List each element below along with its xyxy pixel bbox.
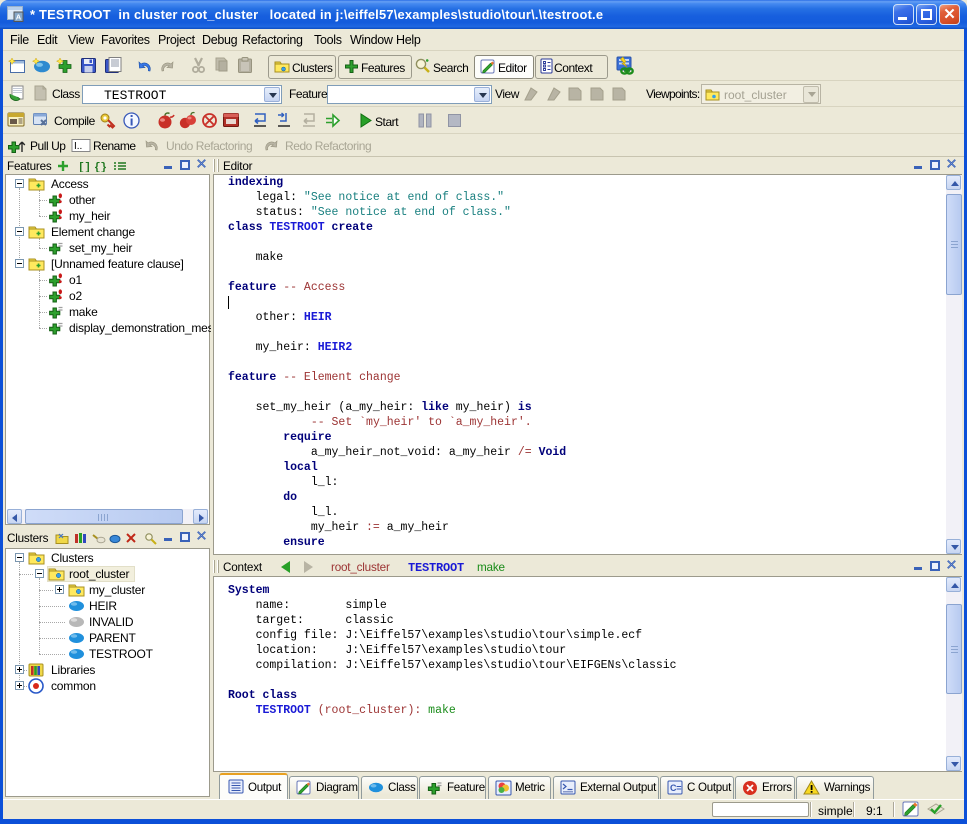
svg-text:{}: {}	[94, 162, 107, 172]
svg-text:I..: I..	[74, 141, 82, 152]
svg-text:C=: C=	[670, 783, 681, 793]
svg-text:A: A	[16, 13, 22, 22]
svg-text:[]: []	[78, 162, 91, 172]
